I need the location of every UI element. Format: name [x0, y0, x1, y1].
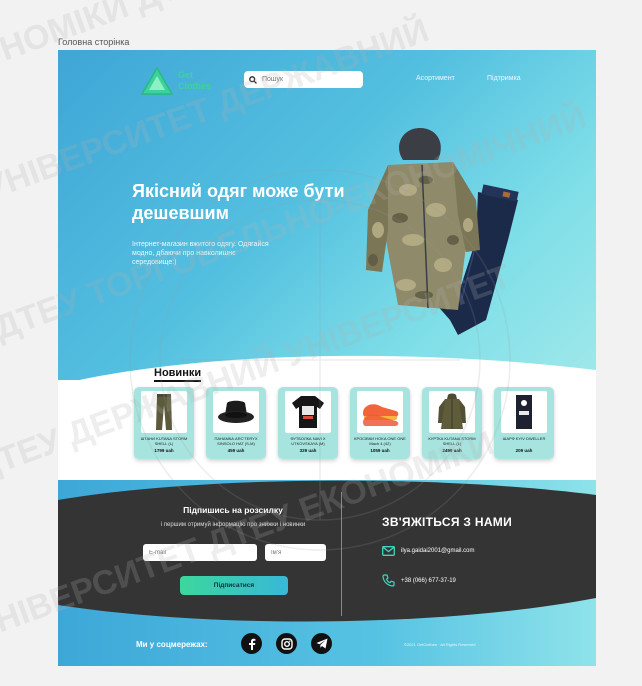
- product-name: ШТАНИ KUTANA STORM SHELL (L): [140, 436, 188, 446]
- pants-icon: [156, 394, 172, 430]
- product-image: [213, 391, 259, 433]
- subscribe-text: і першим отримуй інформацію про знижки і…: [160, 522, 306, 528]
- product-price: 1799 uah: [154, 448, 174, 453]
- search-input[interactable]: [260, 75, 360, 84]
- hero-title: Якісний одяг може бути дешевшим: [132, 181, 345, 223]
- name-field[interactable]: [265, 544, 326, 561]
- phone-icon: [382, 574, 395, 587]
- contact-title: ЗВ'ЯЖІТЬСЯ З НАМИ: [382, 515, 513, 529]
- product-card[interactable]: ШАРФ KYIV DWELLER 209 uah: [494, 387, 554, 459]
- product-card[interactable]: ФУТБОЛКА NAVI X UTKOVSKAYA (M) 329 uah: [278, 387, 338, 459]
- bucket-hat-icon: [218, 400, 254, 423]
- jacket-icon: [438, 393, 466, 429]
- product-name: ФУТБОЛКА NAVI X UTKOVSKAYA (M): [290, 436, 326, 446]
- product-image: [429, 391, 475, 433]
- telegram-icon[interactable]: [311, 633, 332, 654]
- product-price: 1059 uah: [370, 448, 390, 453]
- hero-clothes-image: [366, 128, 519, 335]
- email-field[interactable]: [143, 544, 257, 561]
- logo-line-2: Clothes: [178, 81, 212, 91]
- product-name: ПАНАМКА ARC'TERYX SINSOLO HAT (S-M): [214, 436, 258, 446]
- new-products-title: Новинки: [154, 367, 202, 382]
- copyright: ©2021 GetClothes · All Rights Reserved: [404, 642, 476, 647]
- page-caption: Головна сторінка: [58, 37, 130, 47]
- search-box[interactable]: [244, 71, 363, 88]
- search-icon: [249, 75, 257, 84]
- subscribe-title: Підпишись на розсилку: [183, 505, 283, 515]
- contact-phone[interactable]: +38 (066) 677-37-19: [382, 574, 456, 587]
- logo-line-1: Get: [178, 70, 194, 80]
- product-name: КУРТКА KUTANA STORM SHELL (L): [428, 436, 476, 446]
- hero-subtitle: Інтернет-магазин вжитого одягу. Одягайся…: [132, 241, 269, 266]
- facebook-icon[interactable]: [241, 633, 262, 654]
- product-image: [501, 391, 547, 433]
- product-card[interactable]: ШТАНИ KUTANA STORM SHELL (L) 1799 uah: [134, 387, 194, 459]
- product-price: 209 uah: [515, 448, 533, 453]
- product-price: 2499 uah: [442, 448, 462, 453]
- new-products-list: ШТАНИ KUTANA STORM SHELL (L) 1799 uah ПА…: [134, 387, 554, 462]
- product-name: КРОСІВКИ HOKA ONE ONE Mach 4 (42): [354, 436, 406, 446]
- contact-phone-text: +38 (066) 677-37-19: [401, 577, 456, 584]
- product-name: ШАРФ KYIV DWELLER: [502, 436, 546, 441]
- instagram-icon[interactable]: [276, 633, 297, 654]
- product-image: [285, 391, 331, 433]
- product-card[interactable]: КРОСІВКИ HOKA ONE ONE Mach 4 (42) 1059 u…: [350, 387, 410, 459]
- logo-icon[interactable]: [140, 66, 174, 96]
- product-image: [141, 391, 187, 433]
- product-image: [357, 391, 403, 433]
- footer-divider: [341, 492, 342, 616]
- contact-email[interactable]: ilya.gaidai2001@gmail.com: [382, 546, 474, 556]
- subscribe-button[interactable]: Підписатися: [180, 576, 288, 595]
- product-price: 459 uah: [227, 448, 245, 453]
- product-card[interactable]: КУРТКА KUTANA STORM SHELL (L) 2499 uah: [422, 387, 482, 459]
- product-card[interactable]: ПАНАМКА ARC'TERYX SINSOLO HAT (S-M) 459 …: [206, 387, 266, 459]
- scarf-icon: [516, 395, 532, 429]
- tshirt-icon: [292, 396, 324, 428]
- nav-assortment[interactable]: Асортимент: [416, 75, 455, 82]
- nav-support[interactable]: Підтримка: [487, 75, 521, 82]
- website-mockup: Get Clothes Асортимент Підтримка Якісний…: [58, 50, 596, 666]
- mail-icon: [382, 546, 395, 556]
- contact-email-text: ilya.gaidai2001@gmail.com: [401, 548, 475, 554]
- social-label: Ми у соцмережах:: [136, 640, 208, 649]
- product-price: 329 uah: [299, 448, 317, 453]
- sneakers-icon: [362, 404, 399, 426]
- logo-text: Get Clothes: [178, 70, 211, 92]
